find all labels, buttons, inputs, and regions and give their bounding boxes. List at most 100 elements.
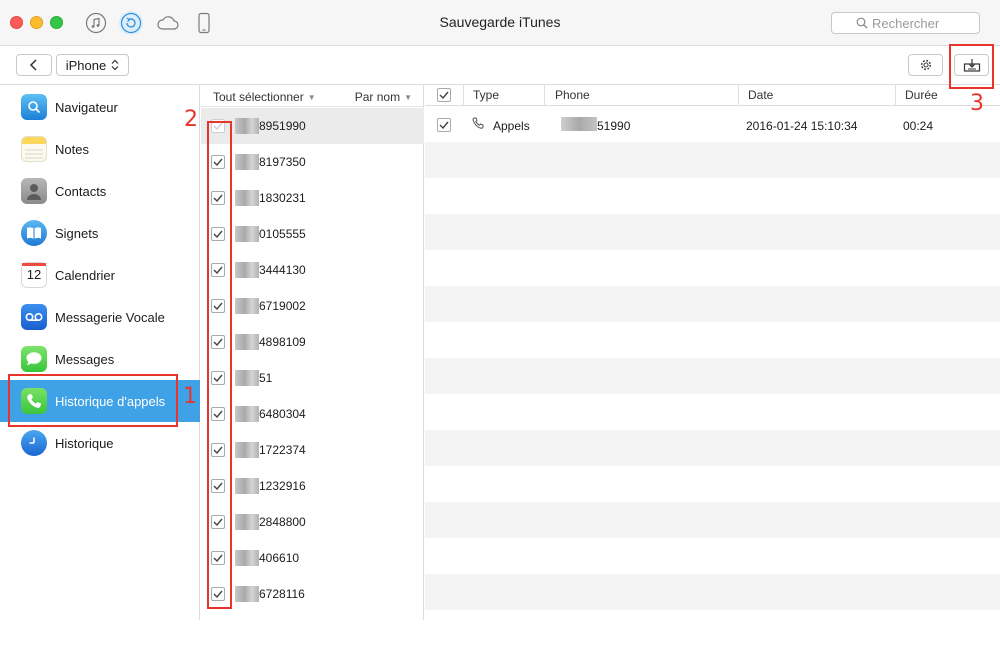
calendar-day: 12 [26, 267, 42, 282]
sidebar-item-historique[interactable]: Historique [0, 422, 200, 464]
sidebar-item-messagerie-vocale[interactable]: Messagerie Vocale [0, 296, 200, 338]
contact-row[interactable]: 1830231 [201, 180, 424, 216]
close-window-button[interactable] [10, 16, 23, 29]
redacted-block [235, 514, 259, 530]
contact-number: 8197350 [259, 155, 306, 169]
back-button[interactable] [16, 54, 52, 76]
contact-row[interactable]: 8951990 [201, 108, 424, 144]
contact-number: 6480304 [259, 407, 306, 421]
sidebar-item-label: Messages [55, 351, 115, 367]
voicemail-icon [21, 304, 47, 330]
minimize-window-button[interactable] [30, 16, 43, 29]
select-all-dropdown[interactable]: Tout sélectionner ▼ [213, 90, 316, 104]
column-header-type[interactable]: Type [473, 88, 499, 102]
row-checkbox[interactable] [437, 118, 451, 132]
notes-icon [21, 136, 47, 162]
sidebar-item-label: Calendrier [55, 267, 115, 283]
maximize-window-button[interactable] [50, 16, 63, 29]
contact-row[interactable]: 1722374 [201, 432, 424, 468]
contact-row[interactable]: 0105555 [201, 216, 424, 252]
select-all-checkbox[interactable] [437, 88, 451, 102]
redacted-block [235, 262, 259, 278]
annotation-box-2 [207, 121, 232, 609]
column-header-duration[interactable]: Durée [905, 88, 938, 102]
annotation-number-3: 3 [970, 91, 984, 116]
contact-row[interactable]: 406610 [201, 540, 424, 576]
cell-duration: 00:24 [903, 119, 934, 133]
redacted-block [235, 190, 259, 206]
sort-dropdown[interactable]: Par nom ▼ [355, 90, 412, 104]
sync-icon[interactable] [119, 11, 143, 35]
messages-icon [21, 346, 47, 372]
phone-icon[interactable] [192, 11, 216, 35]
device-name: iPhone [65, 57, 107, 73]
checkmark-icon [439, 91, 449, 99]
cloud-icon[interactable] [156, 11, 180, 35]
settings-button[interactable] [908, 54, 943, 76]
table-row-background [425, 538, 1000, 574]
annotation-box-1 [8, 374, 178, 427]
contact-row[interactable]: 8197350 [201, 144, 424, 180]
category-sidebar: Navigateur Notes Contacts Signets 12 Cal… [0, 85, 200, 620]
contact-number: 51 [259, 371, 273, 385]
contact-number: 8951990 [259, 119, 306, 133]
title-bar: Sauvegarde iTunes Rechercher [0, 0, 1000, 46]
annotation-number-2: 2 [184, 107, 198, 132]
sidebar-item-contacts[interactable]: Contacts [0, 170, 200, 212]
contact-row[interactable]: 1232916 [201, 468, 424, 504]
contact-number: 1722374 [259, 443, 306, 457]
contact-row[interactable]: 2848800 [201, 504, 424, 540]
table-row-background [425, 574, 1000, 610]
call-detail-table: Type Phone Date Durée Appels 51990 2016-… [425, 85, 1000, 620]
search-input[interactable]: Rechercher [831, 12, 980, 34]
sort-label: Par nom [354, 90, 401, 104]
redacted-block [235, 370, 259, 386]
sidebar-item-label: Navigateur [55, 99, 118, 115]
contact-row[interactable]: 51 [201, 360, 424, 396]
contact-row[interactable]: 3444130 [201, 252, 424, 288]
contact-row[interactable]: 6719002 [201, 288, 424, 324]
sidebar-item-label: Historique [55, 435, 114, 451]
search-icon [856, 17, 868, 32]
device-selector[interactable]: iPhone [56, 54, 129, 76]
sidebar-item-calendrier[interactable]: 12 Calendrier [0, 254, 200, 296]
redacted-block [235, 334, 259, 350]
contact-number: 2848800 [259, 515, 306, 529]
table-row-background [425, 502, 1000, 538]
redacted-block [235, 154, 259, 170]
redacted-block [561, 117, 597, 131]
table-row-background [425, 430, 1000, 466]
sidebar-item-label: Notes [55, 141, 89, 157]
sidebar-item-label: Messagerie Vocale [55, 309, 165, 325]
redacted-block [235, 586, 259, 602]
redacted-block [235, 118, 259, 134]
contact-row[interactable]: 6728116 [201, 576, 424, 612]
table-row-background [425, 322, 1000, 358]
table-row-background [425, 286, 1000, 322]
table-header: Type Phone Date Durée [425, 85, 1000, 106]
table-row-background [425, 214, 1000, 250]
table-row[interactable]: Appels 51990 2016-01-24 15:10:34 00:24 [425, 106, 1000, 142]
contact-number: 4898109 [259, 335, 306, 349]
column-header-phone[interactable]: Phone [555, 88, 590, 102]
annotation-box-3 [949, 44, 994, 89]
contact-number: 6719002 [259, 299, 306, 313]
sidebar-item-label: Signets [55, 225, 99, 241]
cell-phone: 51990 [597, 119, 631, 133]
checkmark-icon [439, 121, 449, 129]
redacted-block [235, 406, 259, 422]
toolbar: iPhone [0, 46, 1000, 85]
contacts-header: Tout sélectionner ▼ Par nom ▼ [201, 85, 424, 107]
sidebar-item-navigateur[interactable]: Navigateur [0, 86, 200, 128]
contact-number: 1830231 [259, 191, 306, 205]
contact-row[interactable]: 4898109 [201, 324, 424, 360]
sidebar-item-notes[interactable]: Notes [0, 128, 200, 170]
redacted-block [235, 298, 259, 314]
table-row-background [425, 394, 1000, 430]
sidebar-item-signets[interactable]: Signets [0, 212, 200, 254]
column-header-date[interactable]: Date [748, 88, 773, 102]
annotation-number-1: 1 [183, 384, 197, 409]
music-icon[interactable] [84, 11, 108, 35]
table-row-background [425, 610, 1000, 646]
contact-row[interactable]: 6480304 [201, 396, 424, 432]
